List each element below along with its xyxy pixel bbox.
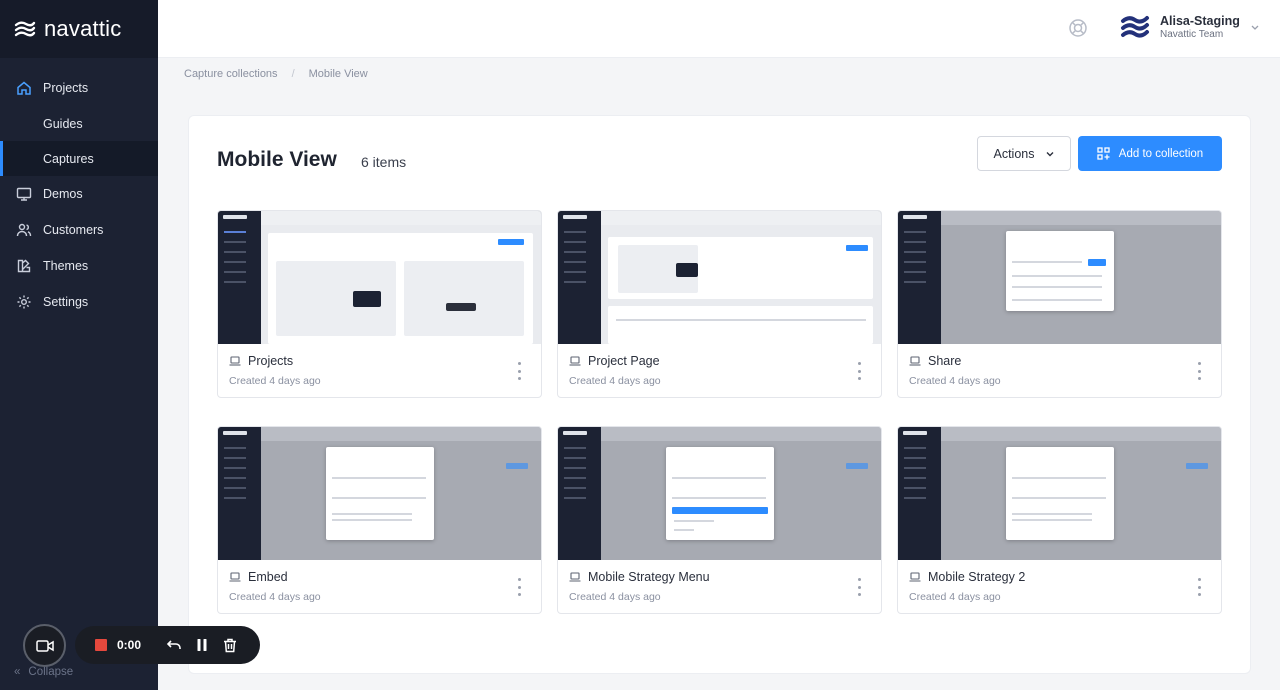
top-bar: Alisa-Staging Navattic Team: [158, 0, 1280, 58]
capture-date: Created 4 days ago: [569, 375, 661, 387]
help-lifebuoy-icon[interactable]: [1068, 18, 1088, 38]
kebab-menu-icon[interactable]: [1193, 578, 1205, 596]
collapse-button[interactable]: « Collapse: [14, 666, 73, 678]
collapse-label: Collapse: [28, 666, 74, 678]
sidebar-item-settings[interactable]: Settings: [0, 284, 158, 320]
capture-date: Created 4 days ago: [909, 375, 1001, 387]
pause-icon[interactable]: [193, 636, 211, 654]
stop-recording-button[interactable]: [95, 639, 107, 651]
sidebar: navattic Projects Guides Captures Demos …: [0, 0, 158, 690]
kebab-menu-icon[interactable]: [853, 578, 865, 596]
item-count: 6 items: [361, 154, 407, 170]
laptop-icon: [229, 572, 241, 582]
capture-card[interactable]: Projects Created 4 days ago: [217, 210, 542, 398]
capture-name: Projects: [248, 354, 294, 368]
logo[interactable]: navattic: [0, 0, 158, 58]
avatar: [1121, 16, 1149, 38]
laptop-icon: [909, 572, 921, 582]
laptop-icon: [909, 356, 921, 366]
users-icon: [16, 222, 32, 238]
trash-icon[interactable]: [221, 636, 239, 654]
undo-icon[interactable]: [165, 636, 183, 654]
capture-name: Mobile Strategy 2: [928, 570, 1026, 584]
sidebar-item-label: Settings: [43, 295, 89, 309]
capture-card[interactable]: Mobile Strategy 2 Created 4 days ago: [897, 426, 1222, 614]
kebab-menu-icon[interactable]: [1193, 362, 1205, 380]
capture-name: Mobile Strategy Menu: [588, 570, 710, 584]
capture-name: Project Page: [588, 354, 660, 368]
capture-name: Share: [928, 354, 962, 368]
chevron-down-icon: [1046, 151, 1053, 156]
sidebar-item-customers[interactable]: Customers: [0, 212, 158, 248]
kebab-menu-icon[interactable]: [513, 362, 525, 380]
add-to-collection-button[interactable]: Add to collection: [1078, 136, 1222, 171]
capture-thumbnail: [898, 427, 1221, 560]
capture-thumbnail: [898, 211, 1221, 344]
sidebar-item-label: Themes: [43, 259, 89, 273]
capture-thumbnail: [558, 211, 881, 344]
capture-date: Created 4 days ago: [229, 375, 321, 387]
breadcrumb-mobile-view: Mobile View: [308, 68, 368, 80]
sidebar-item-guides[interactable]: Guides: [0, 106, 158, 141]
recording-timer: 0:00: [117, 638, 142, 652]
laptop-icon: [229, 356, 241, 366]
sidebar-item-themes[interactable]: Themes: [0, 248, 158, 284]
capture-card[interactable]: Embed Created 4 days ago: [217, 426, 542, 614]
gear-icon: [16, 294, 32, 310]
capture-thumbnail: [218, 211, 541, 344]
palette-icon: [16, 258, 32, 274]
actions-label: Actions: [993, 146, 1035, 161]
sidebar-item-label: Demos: [43, 187, 83, 201]
user-menu[interactable]: Alisa-Staging Navattic Team: [1120, 12, 1260, 42]
capture-card[interactable]: Mobile Strategy Menu Created 4 days ago: [557, 426, 882, 614]
capture-thumbnail: [558, 427, 881, 560]
laptop-icon: [569, 572, 581, 582]
sidebar-item-demos[interactable]: Demos: [0, 176, 158, 212]
sidebar-item-projects[interactable]: Projects: [0, 70, 158, 106]
capture-card[interactable]: Project Page Created 4 days ago: [557, 210, 882, 398]
double-chevron-left-icon: «: [14, 666, 21, 678]
breadcrumb-capture-collections[interactable]: Capture collections: [184, 68, 278, 80]
sidebar-item-captures[interactable]: Captures: [0, 141, 158, 176]
kebab-menu-icon[interactable]: [513, 578, 525, 596]
breadcrumb: Capture collections / Mobile View: [184, 68, 368, 80]
grid-add-icon: [1097, 147, 1110, 160]
sidebar-item-label: Customers: [43, 223, 104, 237]
add-to-collection-label: Add to collection: [1118, 147, 1204, 160]
recording-toolbar: 0:00: [75, 626, 260, 664]
sidebar-nav: Projects Guides Captures Demos Customers…: [0, 70, 158, 320]
logo-text: navattic: [44, 16, 122, 41]
breadcrumb-separator: /: [291, 68, 295, 80]
page-title: Mobile View: [217, 148, 337, 171]
capture-card[interactable]: Share Created 4 days ago: [897, 210, 1222, 398]
sidebar-item-label: Projects: [43, 81, 89, 95]
capture-date: Created 4 days ago: [229, 591, 321, 603]
user-name: Alisa-Staging: [1160, 14, 1240, 28]
camera-toggle-button[interactable]: [23, 624, 66, 667]
capture-thumbnail: [218, 427, 541, 560]
navattic-logo-icon: [14, 21, 36, 37]
kebab-menu-icon[interactable]: [853, 362, 865, 380]
laptop-icon: [569, 356, 581, 366]
collection-panel: Mobile View 6 items Actions Add to colle…: [188, 115, 1251, 674]
video-camera-icon: [35, 639, 54, 652]
monitor-icon: [16, 186, 32, 202]
chevron-down-icon: [1251, 25, 1259, 30]
home-icon: [16, 80, 32, 96]
capture-date: Created 4 days ago: [569, 591, 661, 603]
actions-dropdown-button[interactable]: Actions: [977, 136, 1071, 171]
capture-name: Embed: [248, 570, 288, 584]
user-team: Navattic Team: [1160, 29, 1224, 40]
capture-date: Created 4 days ago: [909, 591, 1001, 603]
